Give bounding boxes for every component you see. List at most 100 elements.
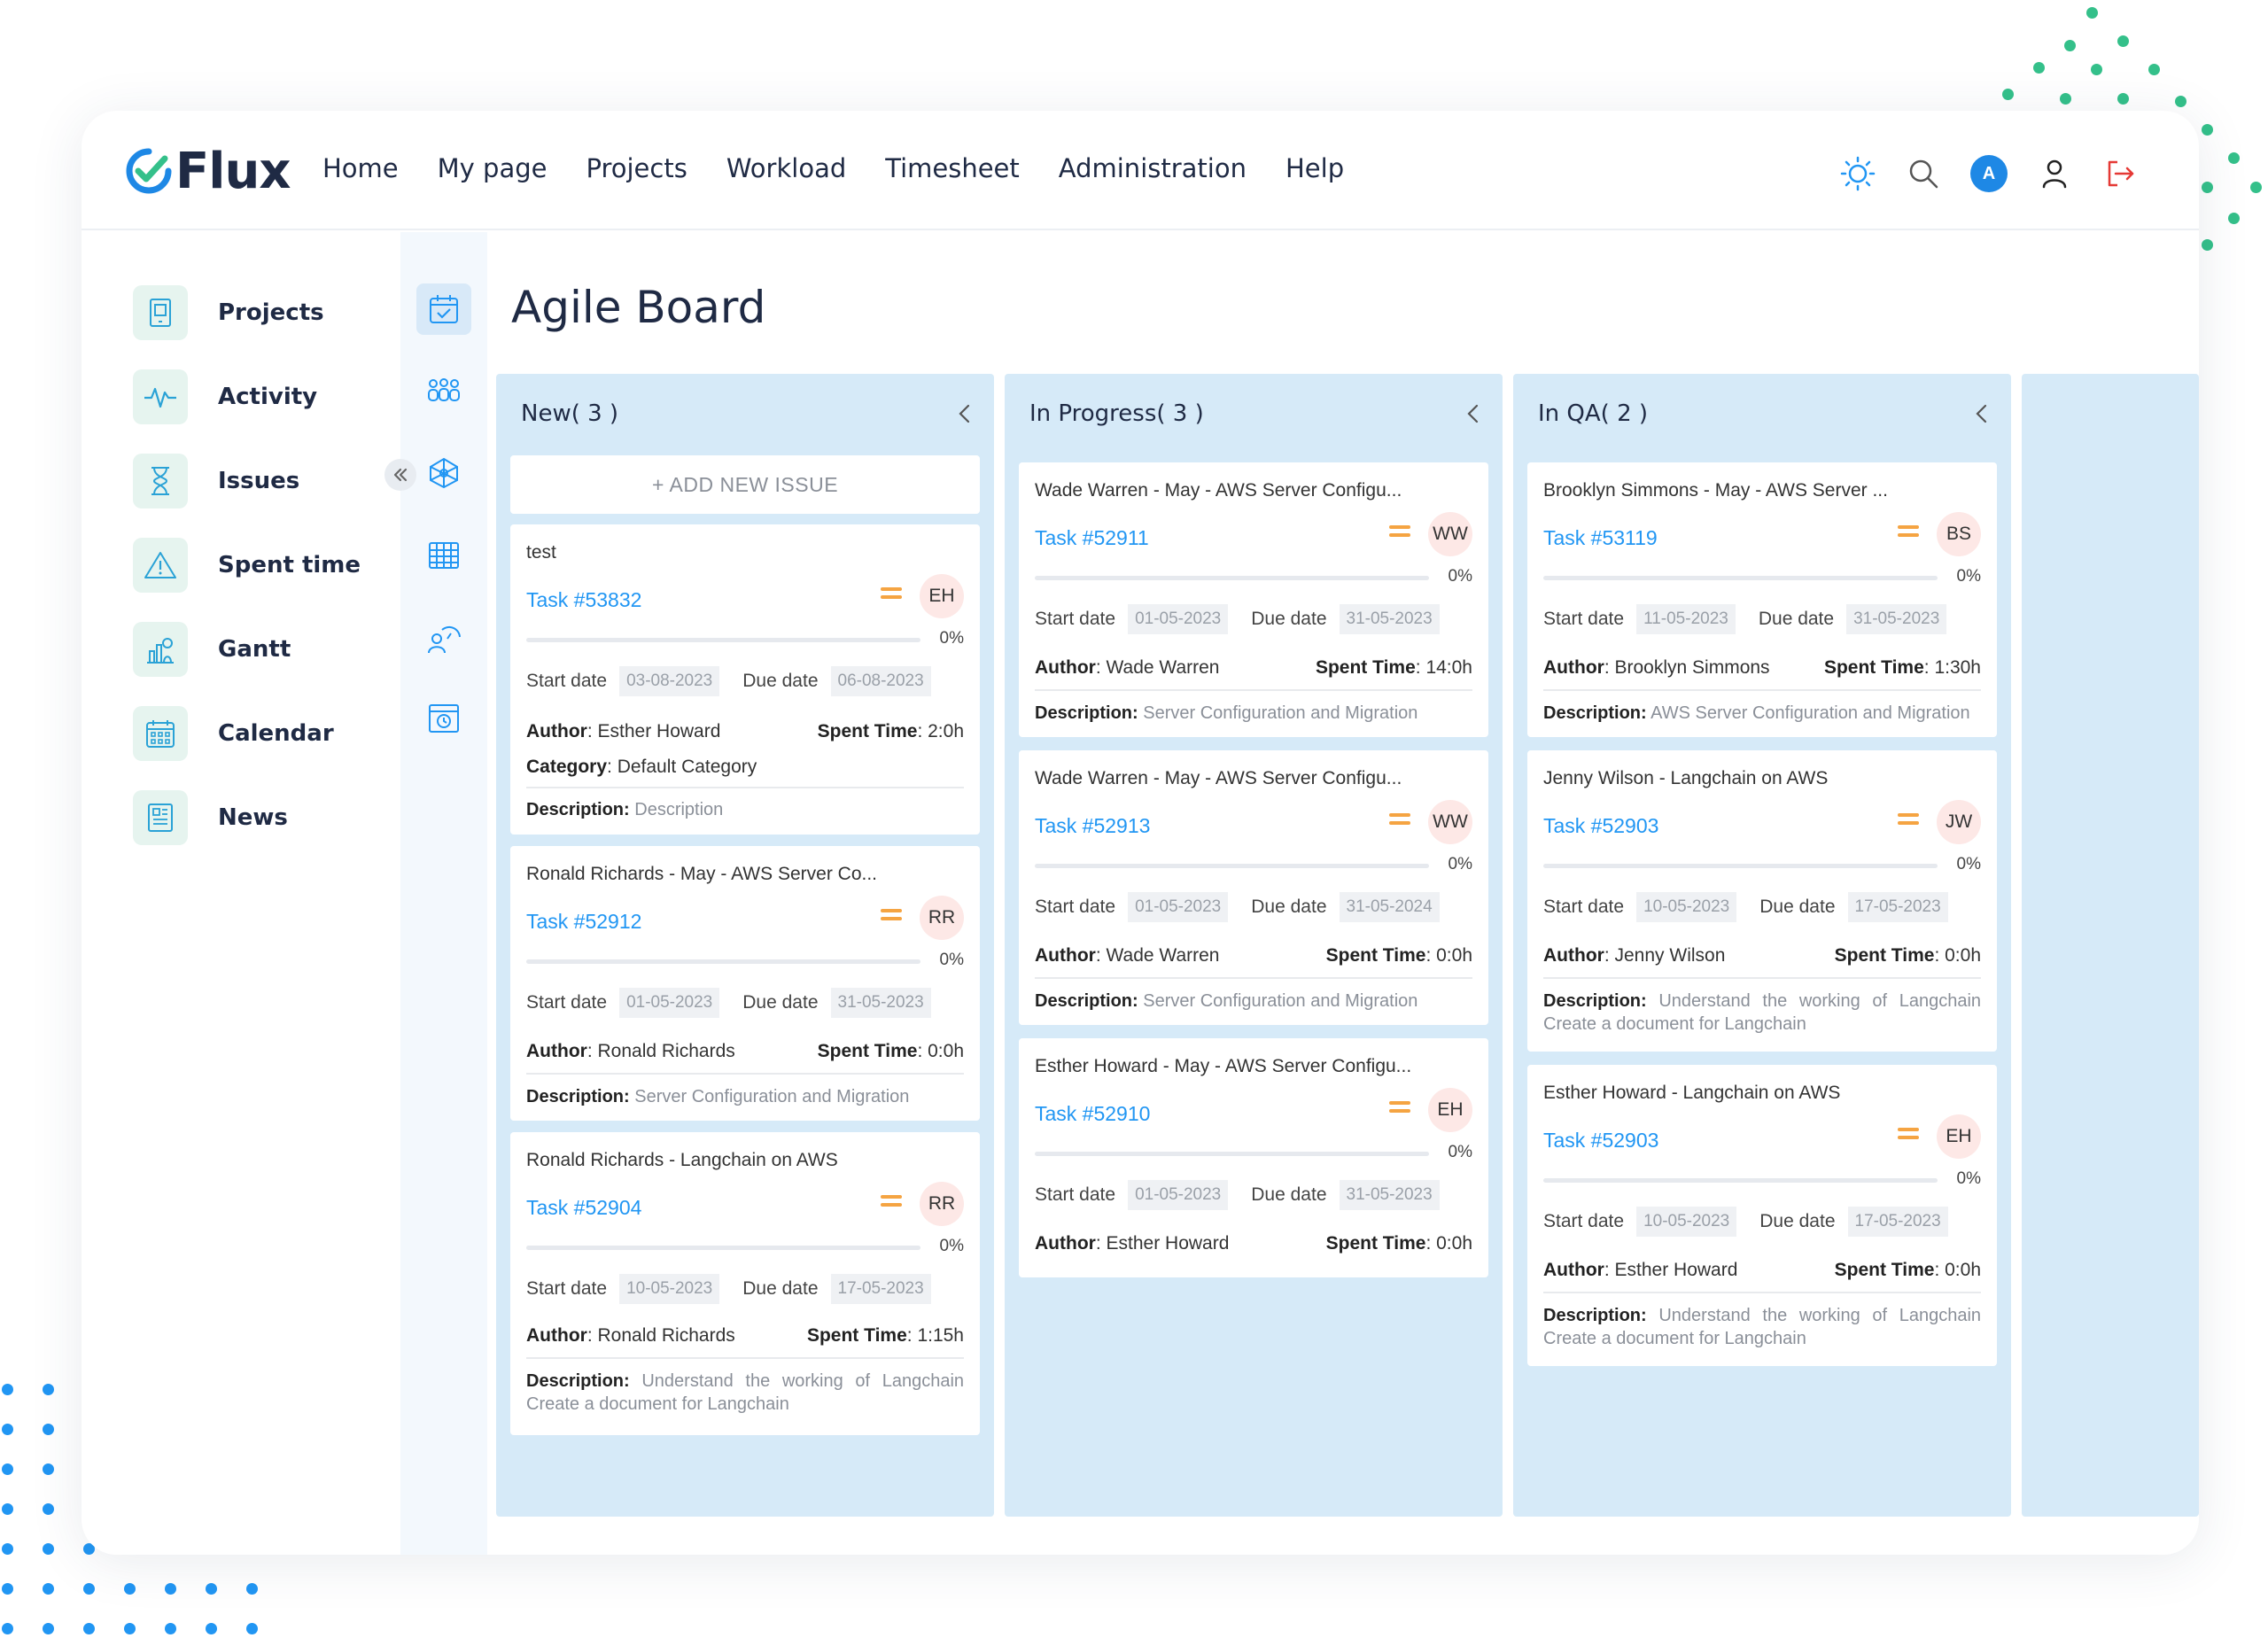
issue-card[interactable]: Esther Howard - Langchain on AWS Task #5… [1527, 1065, 1997, 1366]
nav-projects[interactable]: Projects [586, 153, 687, 183]
chevron-left-icon[interactable] [951, 400, 978, 427]
sidebar-collapse-button[interactable] [384, 459, 416, 491]
decorative-dot [2, 1424, 13, 1435]
spent-time-label: Spent Time [1834, 1260, 1935, 1280]
nav-home[interactable]: Home [322, 153, 399, 183]
decorative-dot [2117, 93, 2129, 105]
start-date-label: Start date [1035, 609, 1116, 629]
issue-card[interactable]: Esther Howard - May - AWS Server Configu… [1019, 1038, 1488, 1277]
due-date-value: 31-05-2024 [1339, 892, 1440, 922]
start-date-value: 11-05-2023 [1636, 604, 1736, 634]
calendar-check-icon [430, 295, 458, 323]
description: Description: Understand the working of L… [1543, 990, 1981, 1036]
issue-card[interactable]: Ronald Richards - Langchain on AWS Task … [510, 1132, 980, 1435]
description: Description: AWS Server Configuration an… [1543, 702, 1981, 725]
warning-icon [133, 538, 188, 593]
start-date-value: 03-08-2023 [619, 666, 720, 696]
start-date-label: Start date [526, 1278, 608, 1299]
sidebar-item-projects[interactable]: Projects [133, 285, 324, 340]
rail-schedule-button[interactable] [416, 693, 471, 744]
sidebar-item-activity[interactable]: Activity [133, 369, 317, 424]
description-text: Server Configuration and Migration [634, 1087, 910, 1106]
issue-card[interactable]: Ronald Richards - May - AWS Server Co...… [510, 846, 980, 1121]
schedule-icon [429, 704, 459, 733]
nav-my-page[interactable]: My page [438, 153, 548, 183]
table-icon [429, 542, 459, 569]
issue-card[interactable]: Wade Warren - May - AWS Server Configu..… [1019, 462, 1488, 737]
rail-agile-board-button[interactable] [416, 283, 471, 335]
category-label: Category [526, 757, 608, 777]
chevron-left-icon[interactable] [1460, 400, 1487, 427]
date-row: Start date 10-05-2023 Due date 17-05-202… [1543, 1207, 1981, 1237]
task-link[interactable]: Task #52912 [526, 910, 641, 934]
nav-workload[interactable]: Workload [726, 153, 846, 183]
rail-team-button[interactable] [416, 365, 471, 416]
divider [1543, 689, 1981, 691]
chevron-left-icon[interactable] [1969, 400, 1995, 427]
start-date-label: Start date [1035, 897, 1116, 917]
nav-help[interactable]: Help [1285, 153, 1344, 183]
hourglass-icon [133, 454, 188, 508]
task-link[interactable]: Task #52904 [526, 1196, 641, 1220]
logo[interactable]: Flux [126, 143, 291, 200]
decorative-dot [165, 1583, 176, 1595]
sidebar-item-spent-time[interactable]: Spent time [133, 538, 361, 593]
task-link[interactable]: Task #53832 [526, 588, 641, 612]
spent-time-value: 1:30h [1934, 657, 1981, 678]
due-date-value: 31-05-2023 [1339, 1180, 1440, 1210]
progress-percent: 0% [939, 951, 964, 969]
issue-card[interactable]: Wade Warren - May - AWS Server Configu..… [1019, 750, 1488, 1025]
nav-timesheet[interactable]: Timesheet [885, 153, 1020, 183]
progress-percent: 0% [1448, 567, 1472, 586]
decorative-dot [2228, 152, 2240, 164]
card-title: Esther Howard - May - AWS Server Configu… [1035, 1056, 1412, 1076]
task-link[interactable]: Task #52911 [1035, 526, 1149, 550]
author-label: Author [1543, 1260, 1604, 1280]
priority-normal-icon [881, 585, 902, 602]
rail-user-stats-button[interactable] [416, 611, 471, 663]
logo-check-icon [126, 148, 172, 194]
start-date-value: 01-05-2023 [1128, 892, 1229, 922]
user-gauge-icon [428, 625, 461, 654]
column-header: In Progress( 3 ) [1029, 400, 1204, 427]
sidebar-item-calendar[interactable]: Calendar [133, 706, 334, 761]
activity-icon [133, 369, 188, 424]
profile-icon[interactable] [2036, 155, 2073, 192]
user-avatar[interactable]: A [1970, 155, 2008, 192]
theme-toggle-sun-icon[interactable] [1839, 155, 1876, 192]
sidebar-item-label: Issues [218, 468, 300, 494]
issue-card[interactable]: test Task #53832 EH 0% Start date 03-08-… [510, 524, 980, 835]
sidebar-item-news[interactable]: News [133, 790, 288, 845]
search-icon[interactable] [1905, 155, 1942, 192]
rail-table-button[interactable] [416, 530, 471, 581]
rail-network-button[interactable] [416, 447, 471, 499]
sidebar-item-issues[interactable]: Issues [133, 454, 299, 508]
task-link[interactable]: Task #53119 [1543, 526, 1658, 550]
sidebar-item-label: Projects [218, 299, 324, 326]
date-row: Start date 01-05-2023 Due date 31-05-202… [526, 988, 964, 1018]
column-header: New( 3 ) [521, 400, 619, 427]
task-link[interactable]: Task #52913 [1035, 814, 1150, 838]
start-date-value: 10-05-2023 [1636, 892, 1737, 922]
nav-administration[interactable]: Administration [1059, 153, 1247, 183]
assignee-avatar: EH [920, 574, 964, 618]
decorative-dot [83, 1623, 95, 1634]
due-date-label: Due date [1759, 1211, 1836, 1231]
team-icon [428, 378, 460, 401]
start-date-value: 01-05-2023 [1128, 1180, 1229, 1210]
author-label: Author [526, 721, 587, 741]
sidebar-item-gantt[interactable]: Gantt [133, 622, 291, 677]
progress-percent: 0% [939, 1237, 964, 1255]
date-row: Start date 03-08-2023 Due date 06-08-202… [526, 666, 964, 696]
task-link[interactable]: Task #52910 [1035, 1102, 1150, 1126]
decorative-dot [2117, 35, 2129, 47]
logout-icon[interactable] [2101, 155, 2139, 192]
card-title: Wade Warren - May - AWS Server Configu..… [1035, 480, 1402, 501]
add-new-issue-button[interactable]: + ADD NEW ISSUE [510, 455, 980, 514]
task-link[interactable]: Task #52903 [1543, 814, 1658, 838]
task-link[interactable]: Task #52903 [1543, 1129, 1658, 1153]
issue-card[interactable]: Brooklyn Simmons - May - AWS Server ... … [1527, 462, 1997, 737]
issue-card[interactable]: Jenny Wilson - Langchain on AWS Task #52… [1527, 750, 1997, 1052]
description-text: AWS Server Configuration and Migration [1651, 703, 1970, 723]
decorative-dot [2202, 182, 2213, 193]
